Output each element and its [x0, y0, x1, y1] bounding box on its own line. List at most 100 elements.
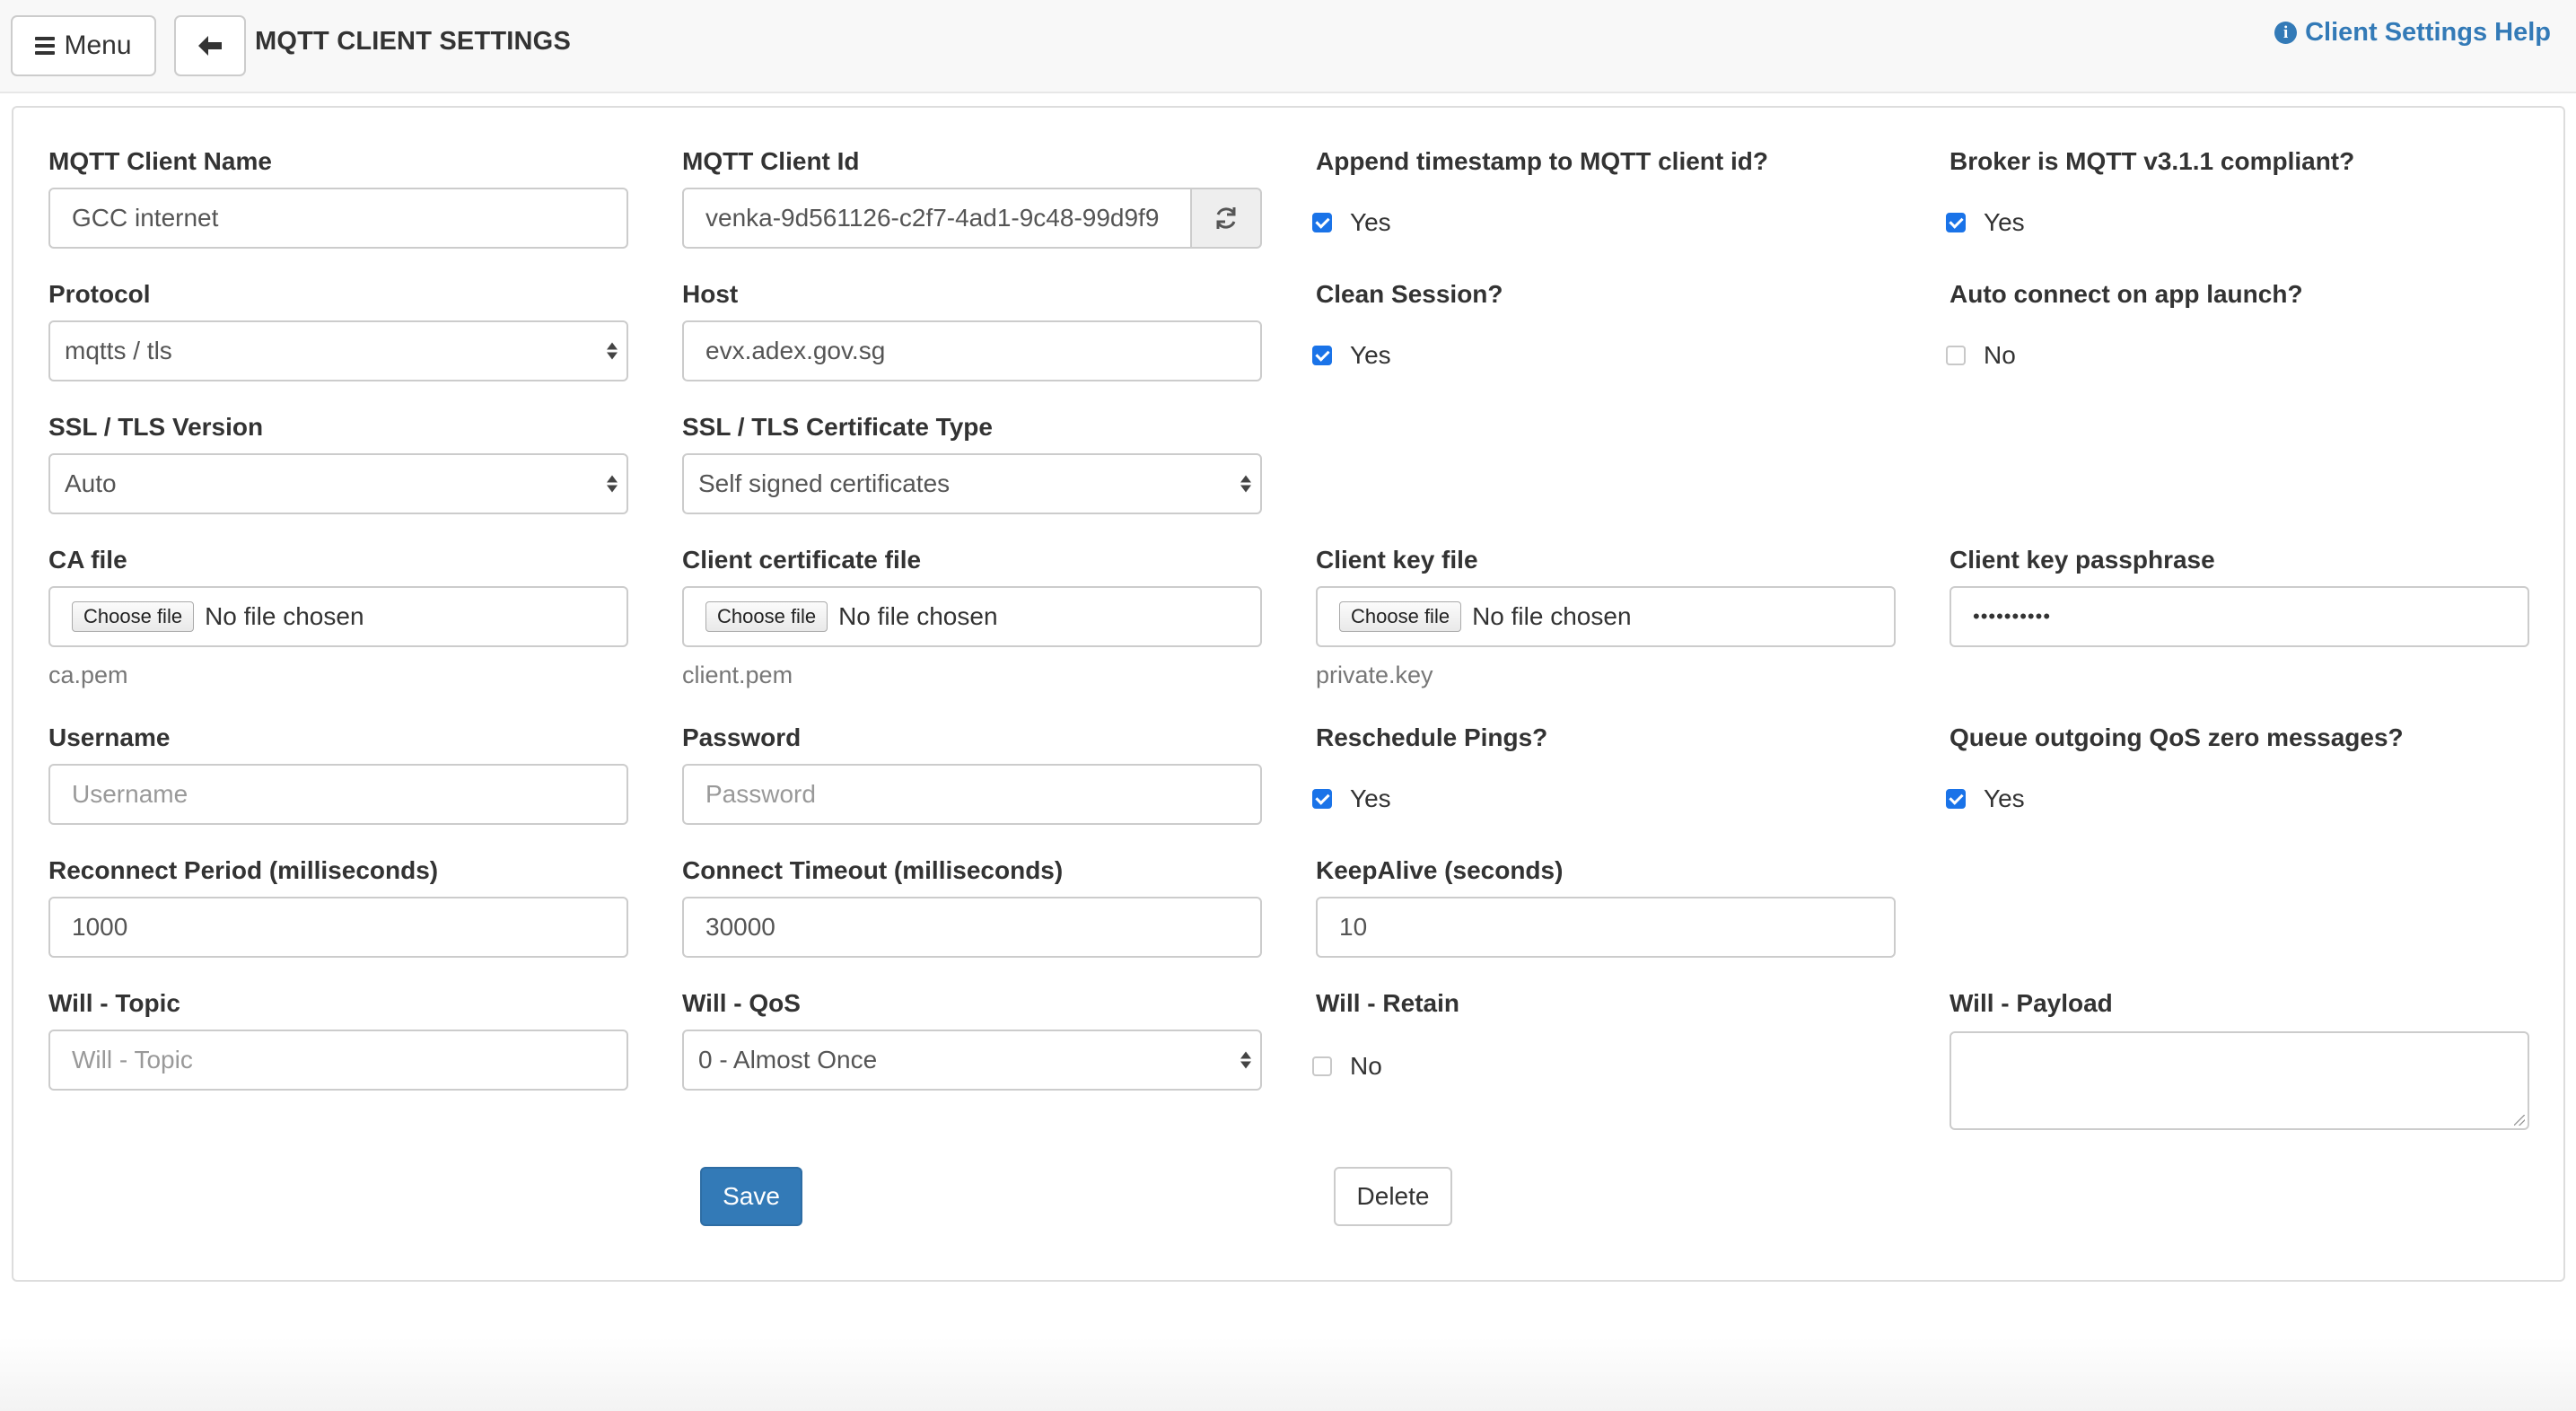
checkbox-checked-icon[interactable]	[1946, 213, 1966, 232]
will-retain-checkbox[interactable]: No	[1312, 1052, 1382, 1081]
page-bottom-shade	[0, 1337, 2576, 1411]
menu-button-label: Menu	[64, 31, 132, 60]
auto-connect-option: No	[1984, 341, 2016, 369]
menu-button[interactable]: Menu	[11, 15, 156, 76]
broker-compliant-option: Yes	[1984, 208, 2025, 236]
select-arrows-icon	[1240, 475, 1251, 493]
top-navbar: Menu MQTT CLIENT SETTINGS i Client Setti…	[0, 0, 2576, 93]
client-id-label: MQTT Client Id	[682, 147, 860, 175]
select-arrows-icon	[607, 475, 618, 493]
ca-file-current: ca.pem	[48, 662, 128, 688]
client-cert-current: client.pem	[682, 662, 793, 688]
cert-type-value: Self signed certificates	[698, 469, 951, 497]
client-cert-label: Client certificate file	[682, 546, 922, 574]
will-topic-label: Will - Topic	[48, 989, 180, 1017]
queue-qos-zero-label: Queue outgoing QoS zero messages?	[1950, 723, 2404, 751]
will-topic-input[interactable]: Will - Topic	[48, 1030, 628, 1091]
host-input[interactable]: evx.adex.gov.sg	[682, 320, 1262, 381]
hamburger-icon	[35, 37, 56, 55]
page-title: MQTT CLIENT SETTINGS	[255, 27, 571, 56]
ssl-version-label: SSL / TLS Version	[48, 413, 264, 441]
checkbox-unchecked-icon[interactable]	[1312, 1056, 1332, 1076]
keepalive-value: 10	[1339, 913, 1368, 941]
checkbox-checked-icon[interactable]	[1946, 789, 1966, 809]
checkbox-unchecked-icon[interactable]	[1946, 346, 1966, 365]
username-label: Username	[48, 723, 171, 751]
will-qos-select[interactable]: 0 - Almost Once	[682, 1030, 1262, 1091]
client-cert-file-input[interactable]: Choose file No file chosen	[682, 586, 1262, 647]
cert-type-select[interactable]: Self signed certificates	[682, 453, 1262, 514]
reschedule-pings-label: Reschedule Pings?	[1316, 723, 1548, 751]
ca-file-label: CA file	[48, 546, 127, 574]
ca-file-input[interactable]: Choose file No file chosen	[48, 586, 628, 647]
will-retain-option: No	[1350, 1052, 1382, 1080]
username-placeholder: Username	[72, 780, 188, 808]
username-input[interactable]: Username	[48, 764, 628, 825]
will-qos-label: Will - QoS	[682, 989, 801, 1017]
help-link-label: Client Settings Help	[2305, 18, 2551, 47]
client-id-input[interactable]: venka-9d561126-c2f7-4ad1-9c48-99d9f9	[682, 188, 1194, 249]
client-cert-status: No file chosen	[838, 602, 998, 630]
password-placeholder: Password	[705, 780, 816, 808]
ca-file-choose-button[interactable]: Choose file	[72, 601, 195, 632]
ca-file-status: No file chosen	[205, 602, 364, 630]
auto-connect-checkbox[interactable]: No	[1946, 341, 2016, 370]
key-passphrase-input[interactable]: ••••••••••	[1950, 586, 2529, 647]
client-cert-choose-button[interactable]: Choose file	[705, 601, 828, 632]
select-arrows-icon	[607, 342, 618, 360]
reschedule-pings-option: Yes	[1350, 784, 1391, 812]
protocol-value: mqtts / tls	[65, 337, 172, 364]
client-key-choose-button[interactable]: Choose file	[1339, 601, 1462, 632]
will-payload-label: Will - Payload	[1950, 989, 2113, 1017]
connect-timeout-input[interactable]: 30000	[682, 897, 1262, 958]
checkbox-checked-icon[interactable]	[1312, 789, 1332, 809]
keepalive-input[interactable]: 10	[1316, 897, 1896, 958]
auto-connect-label: Auto connect on app launch?	[1950, 280, 2303, 308]
back-button[interactable]	[174, 15, 246, 76]
client-key-label: Client key file	[1316, 546, 1478, 574]
password-label: Password	[682, 723, 802, 751]
cert-type-label: SSL / TLS Certificate Type	[682, 413, 993, 441]
checkbox-checked-icon[interactable]	[1312, 213, 1332, 232]
key-passphrase-label: Client key passphrase	[1950, 546, 2215, 574]
client-id-value: venka-9d561126-c2f7-4ad1-9c48-99d9f9	[705, 204, 1160, 232]
clean-session-checkbox[interactable]: Yes	[1312, 341, 1391, 370]
protocol-label: Protocol	[48, 280, 151, 308]
ssl-version-select[interactable]: Auto	[48, 453, 628, 514]
append-timestamp-option: Yes	[1350, 208, 1391, 236]
client-name-label: MQTT Client Name	[48, 147, 272, 175]
delete-button[interactable]: Delete	[1334, 1167, 1452, 1226]
will-payload-textarea[interactable]	[1950, 1031, 2529, 1130]
broker-compliant-checkbox[interactable]: Yes	[1946, 208, 2025, 237]
protocol-select[interactable]: mqtts / tls	[48, 320, 628, 381]
checkbox-checked-icon[interactable]	[1312, 346, 1332, 365]
connect-timeout-label: Connect Timeout (milliseconds)	[682, 856, 1064, 884]
client-name-input[interactable]: GCC internet	[48, 188, 628, 249]
clean-session-option: Yes	[1350, 341, 1391, 369]
queue-qos-zero-option: Yes	[1984, 784, 2025, 812]
resize-grip-icon[interactable]	[2514, 1115, 2525, 1126]
save-button[interactable]: Save	[700, 1167, 802, 1226]
ssl-version-value: Auto	[65, 469, 117, 497]
regenerate-client-id-button[interactable]	[1190, 188, 1262, 249]
connect-timeout-value: 30000	[705, 913, 775, 941]
info-circle-icon: i	[2274, 22, 2298, 44]
will-qos-value: 0 - Almost Once	[698, 1046, 878, 1074]
host-value: evx.adex.gov.sg	[705, 337, 886, 364]
client-name-value: GCC internet	[72, 204, 219, 232]
queue-qos-zero-checkbox[interactable]: Yes	[1946, 784, 2025, 813]
clean-session-label: Clean Session?	[1316, 280, 1503, 308]
reconnect-period-input[interactable]: 1000	[48, 897, 628, 958]
will-retain-label: Will - Retain	[1316, 989, 1459, 1017]
client-settings-help-link[interactable]: i Client Settings Help	[2274, 18, 2551, 48]
reschedule-pings-checkbox[interactable]: Yes	[1312, 784, 1391, 813]
refresh-icon	[1216, 207, 1236, 229]
password-input[interactable]: Password	[682, 764, 1262, 825]
append-timestamp-label: Append timestamp to MQTT client id?	[1316, 147, 1768, 175]
will-topic-placeholder: Will - Topic	[72, 1046, 193, 1074]
append-timestamp-checkbox[interactable]: Yes	[1312, 208, 1391, 237]
host-label: Host	[682, 280, 739, 308]
key-passphrase-value: ••••••••••	[1973, 605, 2052, 627]
client-key-file-input[interactable]: Choose file No file chosen	[1316, 586, 1896, 647]
reconnect-period-label: Reconnect Period (milliseconds)	[48, 856, 439, 884]
